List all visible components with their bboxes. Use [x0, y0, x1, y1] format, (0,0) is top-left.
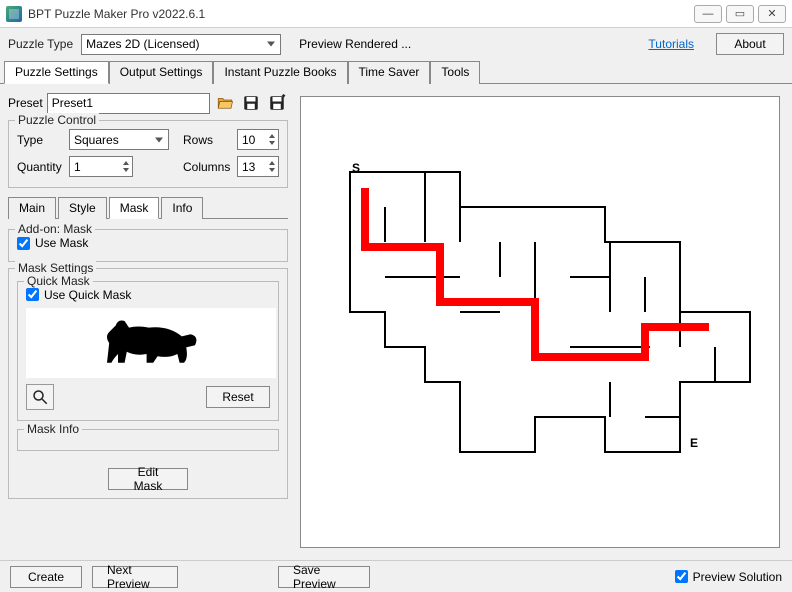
quantity-label: Quantity [17, 160, 65, 174]
type-label: Type [17, 133, 65, 147]
about-button[interactable]: About [716, 33, 784, 55]
subtab-main[interactable]: Main [8, 197, 56, 219]
save-preview-button[interactable]: Save Preview [278, 566, 370, 588]
sub-tabstrip: Main Style Mask Info [8, 196, 288, 219]
puzzle-type-label: Puzzle Type [8, 37, 73, 51]
mask-settings-group: Mask Settings Quick Mask Use Quick Mask [8, 268, 288, 500]
tab-instant-books[interactable]: Instant Puzzle Books [213, 61, 347, 84]
preview-solution-label: Preview Solution [693, 570, 782, 584]
use-quick-mask-checkbox[interactable]: Use Quick Mask [26, 288, 131, 302]
use-mask-label: Use Mask [35, 236, 88, 250]
use-mask-checkbox[interactable]: Use Mask [17, 236, 88, 250]
dog-silhouette-icon [81, 310, 221, 376]
maze-preview: S E [300, 96, 780, 548]
tab-puzzle-settings[interactable]: Puzzle Settings [4, 61, 109, 84]
quick-mask-legend: Quick Mask [24, 274, 93, 288]
main-tabstrip: Puzzle Settings Output Settings Instant … [0, 60, 792, 84]
zoom-mask-button[interactable] [26, 384, 54, 410]
type-select[interactable]: Squares [69, 129, 169, 150]
columns-label: Columns [183, 160, 233, 174]
use-quick-mask-label: Use Quick Mask [44, 288, 131, 302]
edit-mask-button[interactable]: Edit Mask [108, 468, 188, 490]
tab-tools[interactable]: Tools [430, 61, 480, 84]
magnifier-icon [31, 388, 49, 406]
titlebar: BPT Puzzle Maker Pro v2022.6.1 — ▭ ✕ [0, 0, 792, 28]
preview-panel: S E [296, 84, 792, 560]
subtab-info[interactable]: Info [161, 197, 203, 219]
settings-panel: Preset Preset1 Puzzle Control Type Squar… [0, 84, 296, 560]
use-mask-input[interactable] [17, 237, 30, 250]
save-as-preset-button[interactable] [266, 92, 288, 114]
next-preview-button[interactable]: Next Preview [92, 566, 178, 588]
preview-solution-input[interactable] [675, 570, 688, 583]
create-button[interactable]: Create [10, 566, 82, 588]
mask-info-legend: Mask Info [24, 422, 82, 436]
folder-open-icon [216, 94, 234, 112]
tab-time-saver[interactable]: Time Saver [348, 61, 431, 84]
bottom-bar: Create Next Preview Save Preview Preview… [0, 560, 792, 592]
preset-label: Preset [8, 96, 43, 110]
quantity-stepper[interactable]: 1 [69, 156, 133, 177]
maze-end-label: E [690, 436, 698, 450]
rows-label: Rows [183, 133, 233, 147]
addon-legend: Add-on: Mask [15, 222, 95, 236]
columns-stepper[interactable]: 13 [237, 156, 279, 177]
maze-svg: S E [310, 142, 770, 502]
quick-mask-group: Quick Mask Use Quick Mask Reset [17, 281, 279, 422]
reset-mask-button[interactable]: Reset [206, 386, 270, 408]
puzzle-type-select[interactable]: Mazes 2D (Licensed) [81, 34, 281, 55]
close-button[interactable]: ✕ [758, 5, 786, 23]
app-icon [6, 6, 22, 22]
open-preset-button[interactable] [214, 92, 236, 114]
preset-input[interactable]: Preset1 [47, 93, 210, 114]
save-icon [242, 94, 260, 112]
tab-output-settings[interactable]: Output Settings [109, 61, 214, 84]
mask-settings-legend: Mask Settings [15, 261, 96, 275]
subtab-mask[interactable]: Mask [109, 197, 160, 219]
minimize-button[interactable]: — [694, 5, 722, 23]
save-as-icon [268, 94, 286, 112]
top-toolbar: Puzzle Type Mazes 2D (Licensed) Preview … [0, 28, 792, 60]
window-title: BPT Puzzle Maker Pro v2022.6.1 [28, 7, 694, 21]
preview-solution-checkbox[interactable]: Preview Solution [675, 570, 782, 584]
save-preset-button[interactable] [240, 92, 262, 114]
puzzle-control-group: Puzzle Control Type Squares Rows 10 Quan… [8, 120, 288, 188]
puzzle-control-legend: Puzzle Control [15, 113, 99, 127]
maze-start-label: S [352, 161, 360, 175]
mask-info-group: Mask Info [17, 429, 279, 451]
mask-thumbnail [26, 308, 276, 378]
addon-mask-group: Add-on: Mask Use Mask [8, 229, 288, 262]
preview-status: Preview Rendered ... [299, 37, 411, 51]
use-quick-mask-input[interactable] [26, 288, 39, 301]
subtab-style[interactable]: Style [58, 197, 107, 219]
tutorials-link[interactable]: Tutorials [648, 37, 694, 51]
rows-stepper[interactable]: 10 [237, 129, 279, 150]
maximize-button[interactable]: ▭ [726, 5, 754, 23]
